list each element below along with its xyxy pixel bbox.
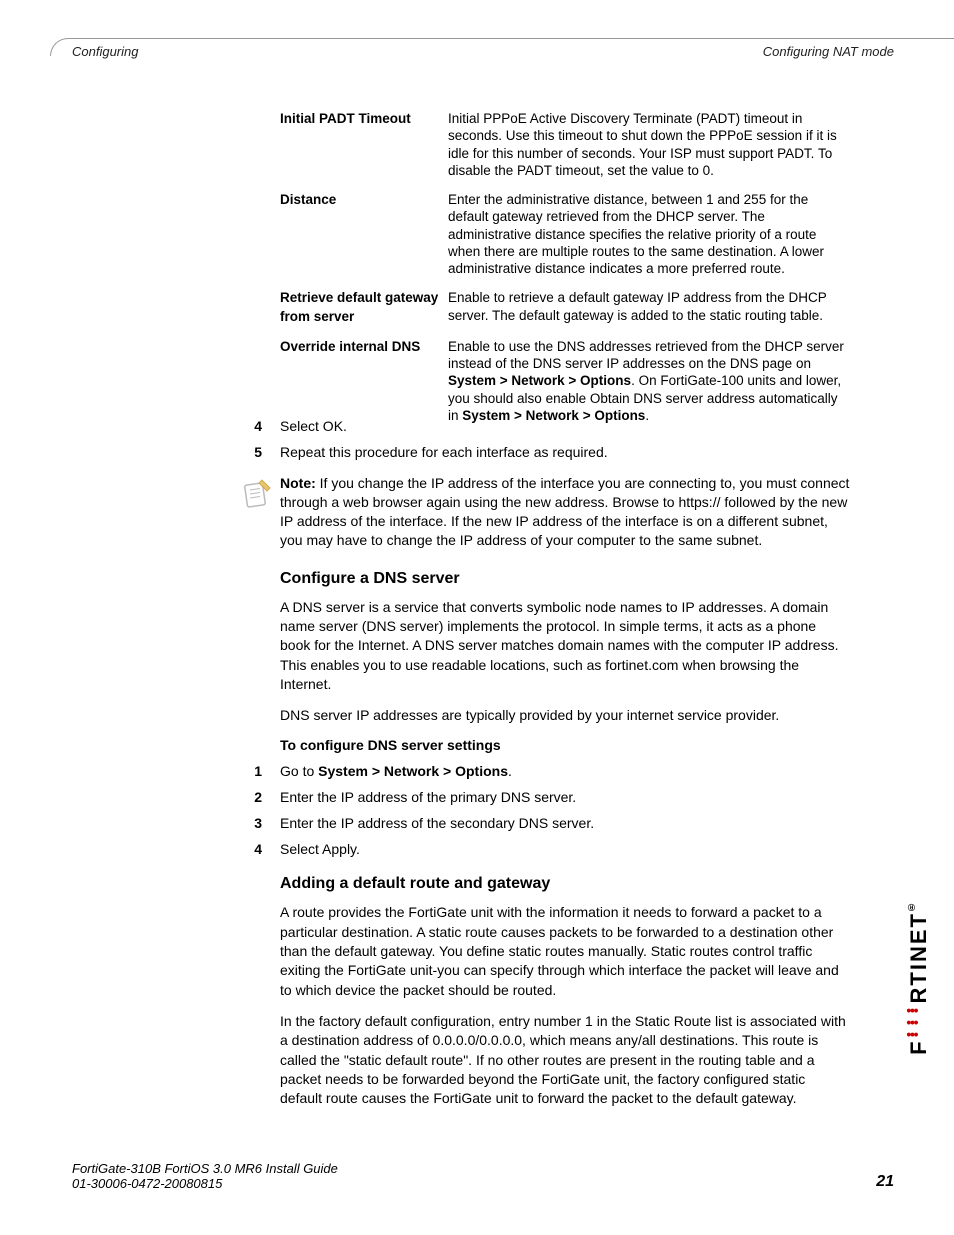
footer-left: FortiGate-310B FortiOS 3.0 MR6 Install G… (72, 1161, 338, 1191)
list-item: 1 Go to System > Network > Options. (240, 763, 850, 779)
def-row: Distance Enter the administrative distan… (280, 191, 850, 289)
procedure-title: To configure DNS server settings (280, 737, 850, 753)
note-label: Note: (280, 475, 316, 491)
header-left: Configuring (72, 44, 139, 59)
heading-route: Adding a default route and gateway (280, 875, 850, 893)
paragraph: A DNS server is a service that converts … (280, 598, 850, 695)
main-content: Initial PADT Timeout Initial PPPoE Activ… (280, 110, 850, 454)
def-term: Initial PADT Timeout (280, 110, 448, 191)
def-desc: Enter the administrative distance, betwe… (448, 191, 850, 289)
header-right: Configuring NAT mode (763, 44, 894, 59)
def-desc: Initial PPPoE Active Discovery Terminate… (448, 110, 850, 191)
def-row: Initial PADT Timeout Initial PPPoE Activ… (280, 110, 850, 191)
note-body: If you change the IP address of the inte… (280, 475, 849, 548)
step-number: 3 (240, 815, 280, 831)
footer-line2: 01-30006-0472-20080815 (72, 1176, 338, 1191)
bold-path: System > Network > Options (448, 373, 631, 388)
inner-column: Adding a default route and gateway A rou… (240, 875, 850, 1108)
list-item: 4 Select OK. (240, 418, 850, 434)
note-icon (240, 474, 280, 517)
step-text: Enter the IP address of the primary DNS … (280, 789, 850, 805)
paragraph: In the factory default configuration, en… (280, 1012, 850, 1109)
step-number: 2 (240, 789, 280, 805)
note-text: Note: If you change the IP address of th… (280, 474, 850, 550)
paragraph: A route provides the FortiGate unit with… (280, 903, 850, 1000)
list-item: 2 Enter the IP address of the primary DN… (240, 789, 850, 805)
paragraph: DNS server IP addresses are typically pr… (280, 706, 850, 725)
text: Go to (280, 763, 318, 779)
page-number: 21 (876, 1173, 894, 1191)
step-text: Go to System > Network > Options. (280, 763, 850, 779)
step-text: Repeat this procedure for each interface… (280, 444, 850, 460)
inner-column: Configure a DNS server A DNS server is a… (240, 570, 850, 754)
step-number: 4 (240, 418, 280, 434)
list-item: 4 Select Apply. (240, 841, 850, 857)
step-text: Select OK. (280, 418, 850, 434)
def-term: Retrieve default gateway from server (280, 289, 448, 337)
def-term: Distance (280, 191, 448, 289)
def-row: Retrieve default gateway from server Ena… (280, 289, 850, 337)
step-text: Select Apply. (280, 841, 850, 857)
footer: FortiGate-310B FortiOS 3.0 MR6 Install G… (72, 1161, 894, 1191)
step-number: 4 (240, 841, 280, 857)
step-number: 5 (240, 444, 280, 460)
text: . (508, 763, 512, 779)
definition-table: Initial PADT Timeout Initial PPPoE Activ… (280, 110, 850, 436)
footer-line1: FortiGate-310B FortiOS 3.0 MR6 Install G… (72, 1161, 338, 1176)
body-flow: 4 Select OK. 5 Repeat this procedure for… (240, 418, 850, 1121)
brand-logo: F●●●●●●●●●RTINET® (906, 899, 932, 1055)
list-item: 5 Repeat this procedure for each interfa… (240, 444, 850, 460)
def-desc: Enable to retrieve a default gateway IP … (448, 289, 850, 337)
step-text: Enter the IP address of the secondary DN… (280, 815, 850, 831)
step-number: 1 (240, 763, 280, 779)
bold-path: System > Network > Options (318, 763, 508, 779)
text: Enable to use the DNS addresses retrieve… (448, 339, 844, 371)
note-block: Note: If you change the IP address of th… (240, 474, 850, 550)
list-item: 3 Enter the IP address of the secondary … (240, 815, 850, 831)
page: Configuring Configuring NAT mode Initial… (0, 0, 954, 1235)
heading-dns: Configure a DNS server (280, 570, 850, 588)
running-header: Configuring Configuring NAT mode (72, 44, 894, 59)
